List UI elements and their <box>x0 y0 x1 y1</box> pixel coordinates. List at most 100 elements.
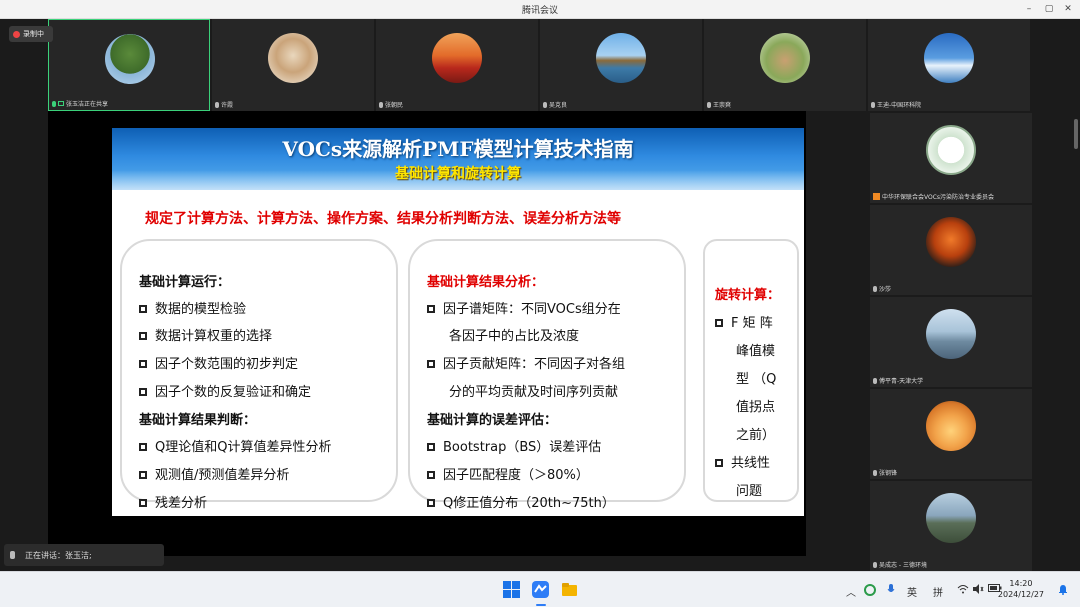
windows-taskbar: ︿ 英 拼 14:20 2024/12/27 <box>0 571 1080 607</box>
clock-time: 14:20 <box>1009 579 1033 588</box>
mic-icon <box>871 101 875 108</box>
list-item-continuation: 分的平均贡献及时间序列贡献 <box>449 385 619 400</box>
participant-avatar <box>596 33 646 83</box>
participant-tile[interactable]: 中华环保联合会VOCs污染防治专业委员会 <box>870 113 1032 203</box>
participant-name: 吴成志 - 三德环境 <box>879 562 927 569</box>
participant-avatar <box>105 34 155 84</box>
maximize-button[interactable]: ▢ <box>1042 2 1056 16</box>
wifi-icon[interactable] <box>957 584 969 597</box>
list-item: 观测值/预测值差异分析 <box>139 464 289 483</box>
mic-icon <box>52 100 56 107</box>
window-titlebar: 腾讯会议 – ▢ ✕ <box>0 0 1080 19</box>
mic-icon <box>873 377 877 384</box>
checkbox-bullet-icon <box>427 305 435 313</box>
list-item-continuation: 值拐点 <box>736 400 776 415</box>
participant-name: 王崇爽 <box>713 102 732 109</box>
file-explorer-icon[interactable] <box>561 581 578 598</box>
mic-icon <box>707 101 711 108</box>
notification-bell-icon[interactable] <box>1058 584 1068 598</box>
checkbox-bullet-icon <box>139 305 147 313</box>
mic-icon <box>873 469 877 476</box>
participant-tile[interactable]: 王迪-中国环科院 <box>868 19 1030 111</box>
list-item-continuation: 型 （Q <box>736 372 777 387</box>
participant-avatar <box>926 401 976 451</box>
participant-tile[interactable]: 许霞 <box>212 19 374 111</box>
participant-avatar <box>926 493 976 543</box>
mic-icon <box>873 285 877 292</box>
speaking-label: 正在讲话：张玉洁; <box>25 550 92 560</box>
record-icon <box>13 30 20 38</box>
participant-name: 张玉洁正在共享 <box>66 101 109 108</box>
list-item-continuation: 峰值模 <box>736 344 776 359</box>
participant-name: 傅平青-天津大学 <box>879 378 924 385</box>
participant-tile[interactable]: 张玉洁正在共享 <box>48 19 210 111</box>
participant-tile[interactable]: 张朝民 <box>376 19 538 111</box>
sync-tray-icon[interactable] <box>864 584 876 596</box>
box2-heading-1: 基础计算结果分析： <box>427 275 545 290</box>
ime-mode-indicator[interactable]: 拼 <box>933 584 943 599</box>
tencent-meeting-taskbar-icon[interactable] <box>532 581 549 598</box>
start-button[interactable] <box>503 581 520 598</box>
participant-tile[interactable]: 张钢锋 <box>870 389 1032 479</box>
checkbox-bullet-icon <box>427 360 435 368</box>
list-item: 因子匹配程度（＞80%） <box>427 464 589 483</box>
checkbox-bullet-icon <box>139 499 147 507</box>
list-item: Bootstrap（BS）误差评估 <box>427 436 601 455</box>
screen-share-icon <box>58 101 64 106</box>
checkbox-bullet-icon <box>139 360 147 368</box>
list-item: 数据计算权重的选择 <box>139 325 272 344</box>
checkbox-bullet-icon <box>139 443 147 451</box>
list-item: 因子贡献矩阵：不同因子对各组 <box>427 353 625 372</box>
ime-language-indicator[interactable]: 英 <box>907 584 917 599</box>
mic-icon <box>10 551 15 559</box>
list-item: 因子谱矩阵：不同VOCs组分在 <box>427 298 621 317</box>
list-item-continuation: 之前） <box>736 428 776 443</box>
participant-tile[interactable]: 吴克良 <box>540 19 702 111</box>
speaking-indicator: 正在讲话：张玉洁; <box>4 544 164 566</box>
mic-icon <box>543 101 547 108</box>
checkbox-bullet-icon <box>715 319 723 327</box>
list-item: Q修正值分布（20th~75th） <box>427 492 615 511</box>
slide-title: VOCs来源解析PMF模型计算技术指南 <box>282 137 634 161</box>
tray-overflow-button[interactable]: ︿ <box>846 584 856 599</box>
participant-avatar <box>760 33 810 83</box>
slide-subtitle: 基础计算和旋转计算 <box>395 166 521 182</box>
list-item: 共线性 <box>715 452 770 471</box>
participant-avatar <box>924 33 974 83</box>
checkbox-bullet-icon <box>427 443 435 451</box>
checkbox-bullet-icon <box>139 471 147 479</box>
system-clock[interactable]: 14:20 2024/12/27 <box>998 578 1044 600</box>
participant-avatar <box>432 33 482 83</box>
organization-logo-icon <box>926 125 976 175</box>
box2-heading-2: 基础计算的误差评估： <box>427 413 558 428</box>
host-badge-icon <box>873 193 880 200</box>
participant-tile[interactable]: 王崇爽 <box>704 19 866 111</box>
recording-indicator[interactable]: 录制中 <box>9 26 53 42</box>
volume-icon[interactable] <box>972 584 984 597</box>
minimize-button[interactable]: – <box>1022 2 1036 16</box>
microphone-tray-icon[interactable] <box>887 584 895 598</box>
box1-heading-2: 基础计算结果判断： <box>139 413 257 428</box>
participant-scrollbar[interactable] <box>1074 119 1078 149</box>
participant-tile[interactable]: 傅平青-天津大学 <box>870 297 1032 387</box>
participant-name: 王迪-中国环科院 <box>877 102 922 109</box>
checkbox-bullet-icon <box>427 471 435 479</box>
list-item: 因子个数的反复验证和确定 <box>139 381 311 400</box>
shared-slide: VOCs来源解析PMF模型计算技术指南 基础计算和旋转计算 规定了计算方法、计算… <box>112 128 804 516</box>
mic-icon <box>215 101 219 108</box>
list-item: Q理论值和Q计算值差异性分析 <box>139 436 331 455</box>
box1-heading-1: 基础计算运行： <box>139 275 231 290</box>
close-button[interactable]: ✕ <box>1061 2 1075 16</box>
clock-date: 2024/12/27 <box>997 590 1044 599</box>
participant-tile[interactable]: 吴成志 - 三德环境 <box>870 481 1032 571</box>
active-app-indicator <box>536 604 546 606</box>
participant-name: 张朝民 <box>385 102 404 109</box>
list-item-continuation: 各因子中的占比及浓度 <box>449 329 580 344</box>
checkbox-bullet-icon <box>715 459 723 467</box>
list-item: 因子个数范围的初步判定 <box>139 353 298 372</box>
checkbox-bullet-icon <box>427 499 435 507</box>
participant-name: 沙莎 <box>879 286 892 293</box>
participant-avatar <box>926 217 976 267</box>
participant-name: 张钢锋 <box>879 470 898 477</box>
participant-tile[interactable]: 沙莎 <box>870 205 1032 295</box>
